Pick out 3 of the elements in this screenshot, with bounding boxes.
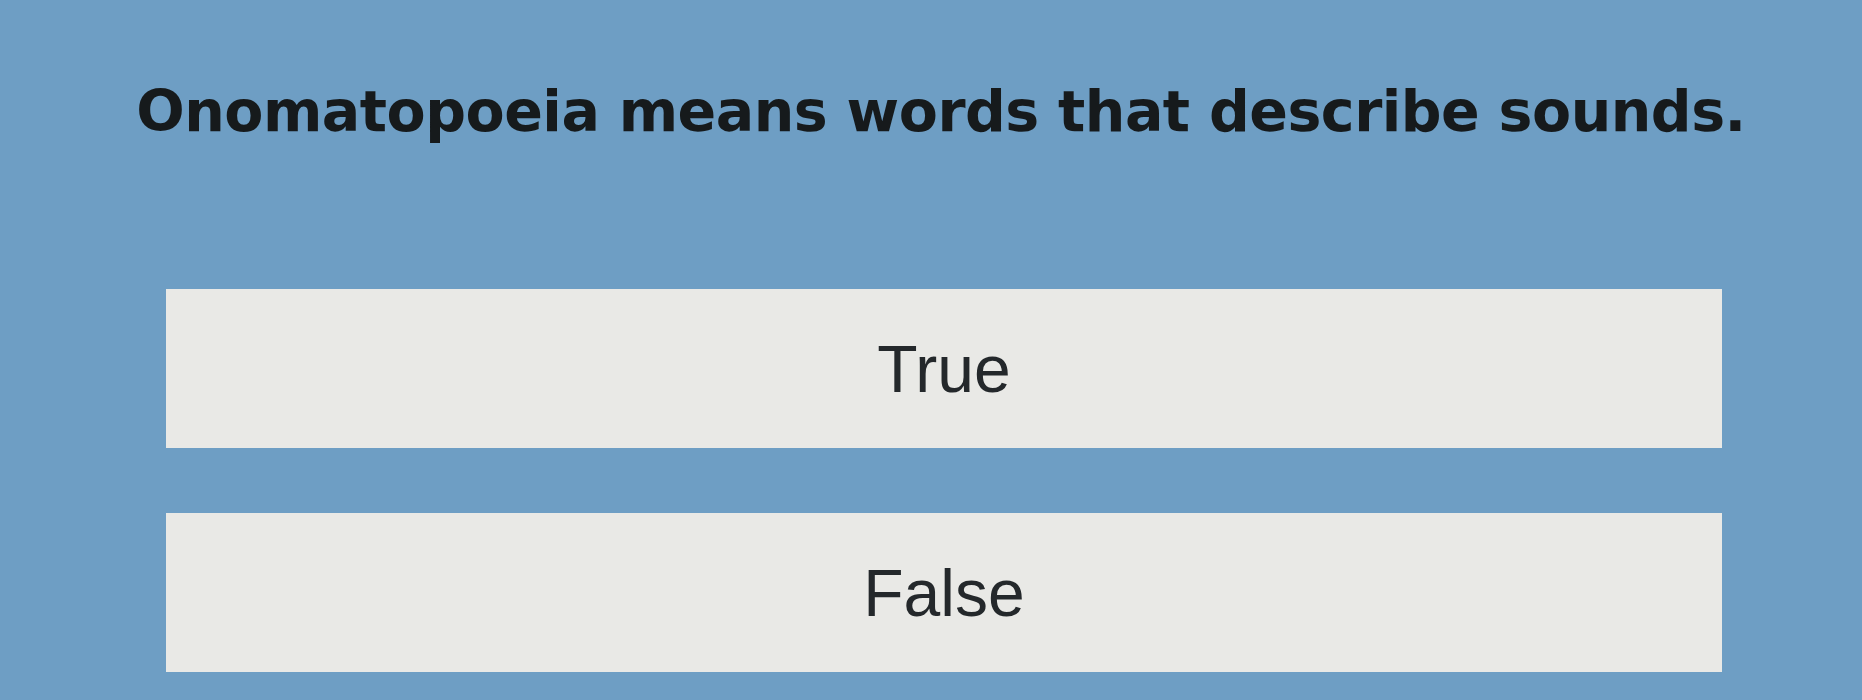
answer-option[interactable]: True (166, 289, 1722, 448)
answer-option[interactable]: False (166, 513, 1722, 672)
question-text: Onomatopoeia means words that describe sounds. (136, 77, 1746, 146)
